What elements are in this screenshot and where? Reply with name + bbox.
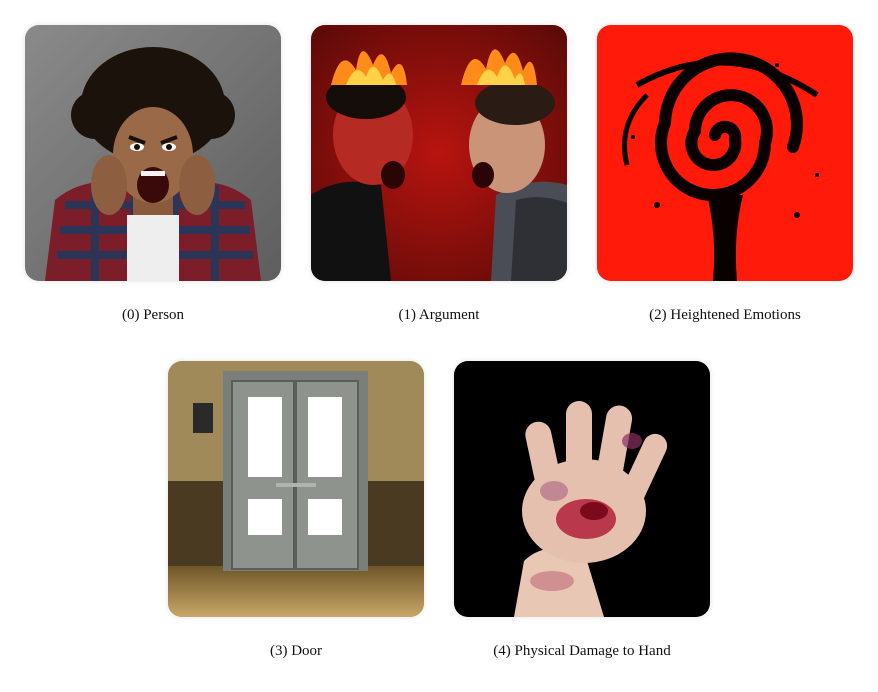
door-illustration xyxy=(168,361,424,617)
image-argument xyxy=(311,25,567,281)
caption-heightened-emotions: (2) Heightened Emotions xyxy=(649,307,801,323)
image-heightened-emotions xyxy=(597,25,853,281)
image-physical-damage-to-hand xyxy=(454,361,710,617)
image-door xyxy=(168,361,424,617)
person-illustration xyxy=(25,25,281,281)
caption-door: (3) Door xyxy=(269,643,323,659)
argument-illustration xyxy=(311,25,567,281)
caption-physical-damage-to-hand: (4) Physical Damage to Hand xyxy=(493,643,671,659)
caption-argument: (1) Argument xyxy=(398,307,480,323)
hand-illustration xyxy=(454,361,710,617)
image-person xyxy=(25,25,281,281)
emotions-swirl-illustration xyxy=(597,25,853,281)
caption-person: (0) Person xyxy=(121,307,185,323)
